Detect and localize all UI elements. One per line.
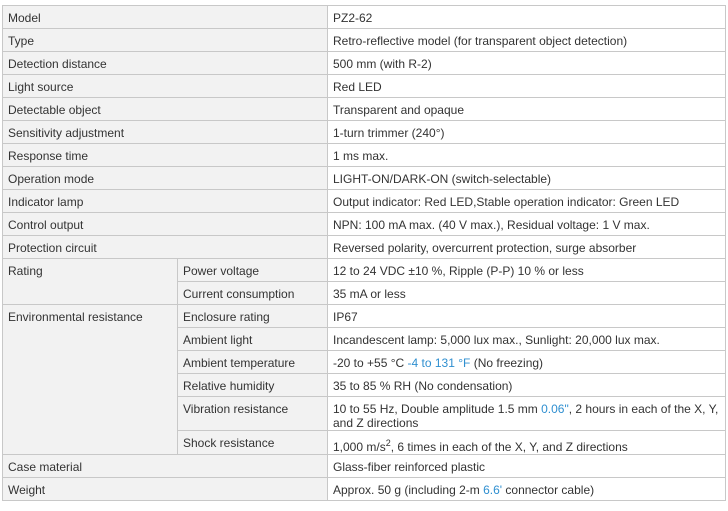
row-label: Light source [2, 74, 328, 98]
row-label: Model [2, 5, 328, 29]
table-row: Detectable object Transparent and opaque [2, 97, 726, 121]
row-value: 35 to 85 % RH (No condensation) [327, 373, 726, 397]
row-value: Retro-reflective model (for transparent … [327, 28, 726, 52]
row-value: Red LED [327, 74, 726, 98]
table-row: Case material Glass-fiber reinforced pla… [2, 454, 726, 478]
row-value: Glass-fiber reinforced plastic [327, 454, 726, 478]
value-text: 10 to 55 Hz, Double amplitude 1.5 mm [333, 402, 542, 416]
row-value: 1-turn trimmer (240°) [327, 120, 726, 144]
row-value: 1 ms max. [327, 143, 726, 167]
unit-conversion: 0.06" [541, 402, 569, 416]
value-text: 1,000 m/s [333, 440, 386, 454]
value-text: Approx. 50 g (including 2-m [333, 483, 484, 497]
group-label-environmental: Environmental resistance [2, 304, 178, 455]
row-value: Output indicator: Red LED,Stable operati… [327, 189, 726, 213]
value-text: connector cable) [502, 483, 595, 497]
row-label: Shock resistance [177, 430, 328, 455]
row-label: Control output [2, 212, 328, 236]
row-label: Current consumption [177, 281, 328, 305]
table-row: Environmental resistance Enclosure ratin… [2, 304, 726, 455]
row-value: Transparent and opaque [327, 97, 726, 121]
table-row: Operation mode LIGHT-ON/DARK-ON (switch-… [2, 166, 726, 190]
table-row: Response time 1 ms max. [2, 143, 726, 167]
value-text: (No freezing) [470, 356, 544, 370]
row-value: Incandescent lamp: 5,000 lux max., Sunli… [327, 327, 726, 351]
row-value: -20 to +55 °C -4 to 131 °F (No freezing) [327, 350, 726, 374]
row-label: Ambient light [177, 327, 328, 351]
row-label: Power voltage [177, 258, 328, 282]
group-label-rating: Rating [2, 258, 178, 305]
table-row: Type Retro-reflective model (for transpa… [2, 28, 726, 52]
value-text: -20 to +55 °C [333, 356, 408, 370]
table-row: Weight Approx. 50 g (including 2-m 6.6' … [2, 477, 726, 501]
table-row: Protection circuit Reversed polarity, ov… [2, 235, 726, 259]
table-row: Rating Power voltage 12 to 24 VDC ±10 %,… [2, 258, 726, 305]
row-value: 10 to 55 Hz, Double amplitude 1.5 mm 0.0… [327, 396, 726, 431]
row-label: Enclosure rating [177, 304, 328, 328]
row-value: Approx. 50 g (including 2-m 6.6' connect… [327, 477, 726, 501]
unit-conversion: -4 to 131 °F [407, 356, 471, 370]
row-value: NPN: 100 mA max. (40 V max.), Residual v… [327, 212, 726, 236]
row-value: 500 mm (with R-2) [327, 51, 726, 75]
row-value: 12 to 24 VDC ±10 %, Ripple (P-P) 10 % or… [327, 258, 726, 282]
row-value: Reversed polarity, overcurrent protectio… [327, 235, 726, 259]
value-text: , 6 times in each of the X, Y, and Z dir… [390, 440, 628, 454]
row-label: Response time [2, 143, 328, 167]
row-label: Ambient temperature [177, 350, 328, 374]
row-label: Type [2, 28, 328, 52]
row-value: PZ2-62 [327, 5, 726, 29]
table-row: Sensitivity adjustment 1-turn trimmer (2… [2, 120, 726, 144]
row-label: Weight [2, 477, 328, 501]
table-row: Indicator lamp Output indicator: Red LED… [2, 189, 726, 213]
table-row: Light source Red LED [2, 74, 726, 98]
row-label: Detectable object [2, 97, 328, 121]
spec-table: Model PZ2-62 Type Retro-reflective model… [2, 5, 726, 501]
table-row: Detection distance 500 mm (with R-2) [2, 51, 726, 75]
row-value: LIGHT-ON/DARK-ON (switch-selectable) [327, 166, 726, 190]
row-value: 1,000 m/s2, 6 times in each of the X, Y,… [327, 430, 726, 455]
row-value: 35 mA or less [327, 281, 726, 305]
row-label: Case material [2, 454, 328, 478]
table-row: Control output NPN: 100 mA max. (40 V ma… [2, 212, 726, 236]
row-label: Sensitivity adjustment [2, 120, 328, 144]
table-row: Model PZ2-62 [2, 5, 726, 29]
row-label: Detection distance [2, 51, 328, 75]
row-label: Vibration resistance [177, 396, 328, 431]
unit-conversion: 6.6' [483, 483, 503, 497]
row-label: Operation mode [2, 166, 328, 190]
row-label: Indicator lamp [2, 189, 328, 213]
row-label: Protection circuit [2, 235, 328, 259]
row-label: Relative humidity [177, 373, 328, 397]
row-value: IP67 [327, 304, 726, 328]
